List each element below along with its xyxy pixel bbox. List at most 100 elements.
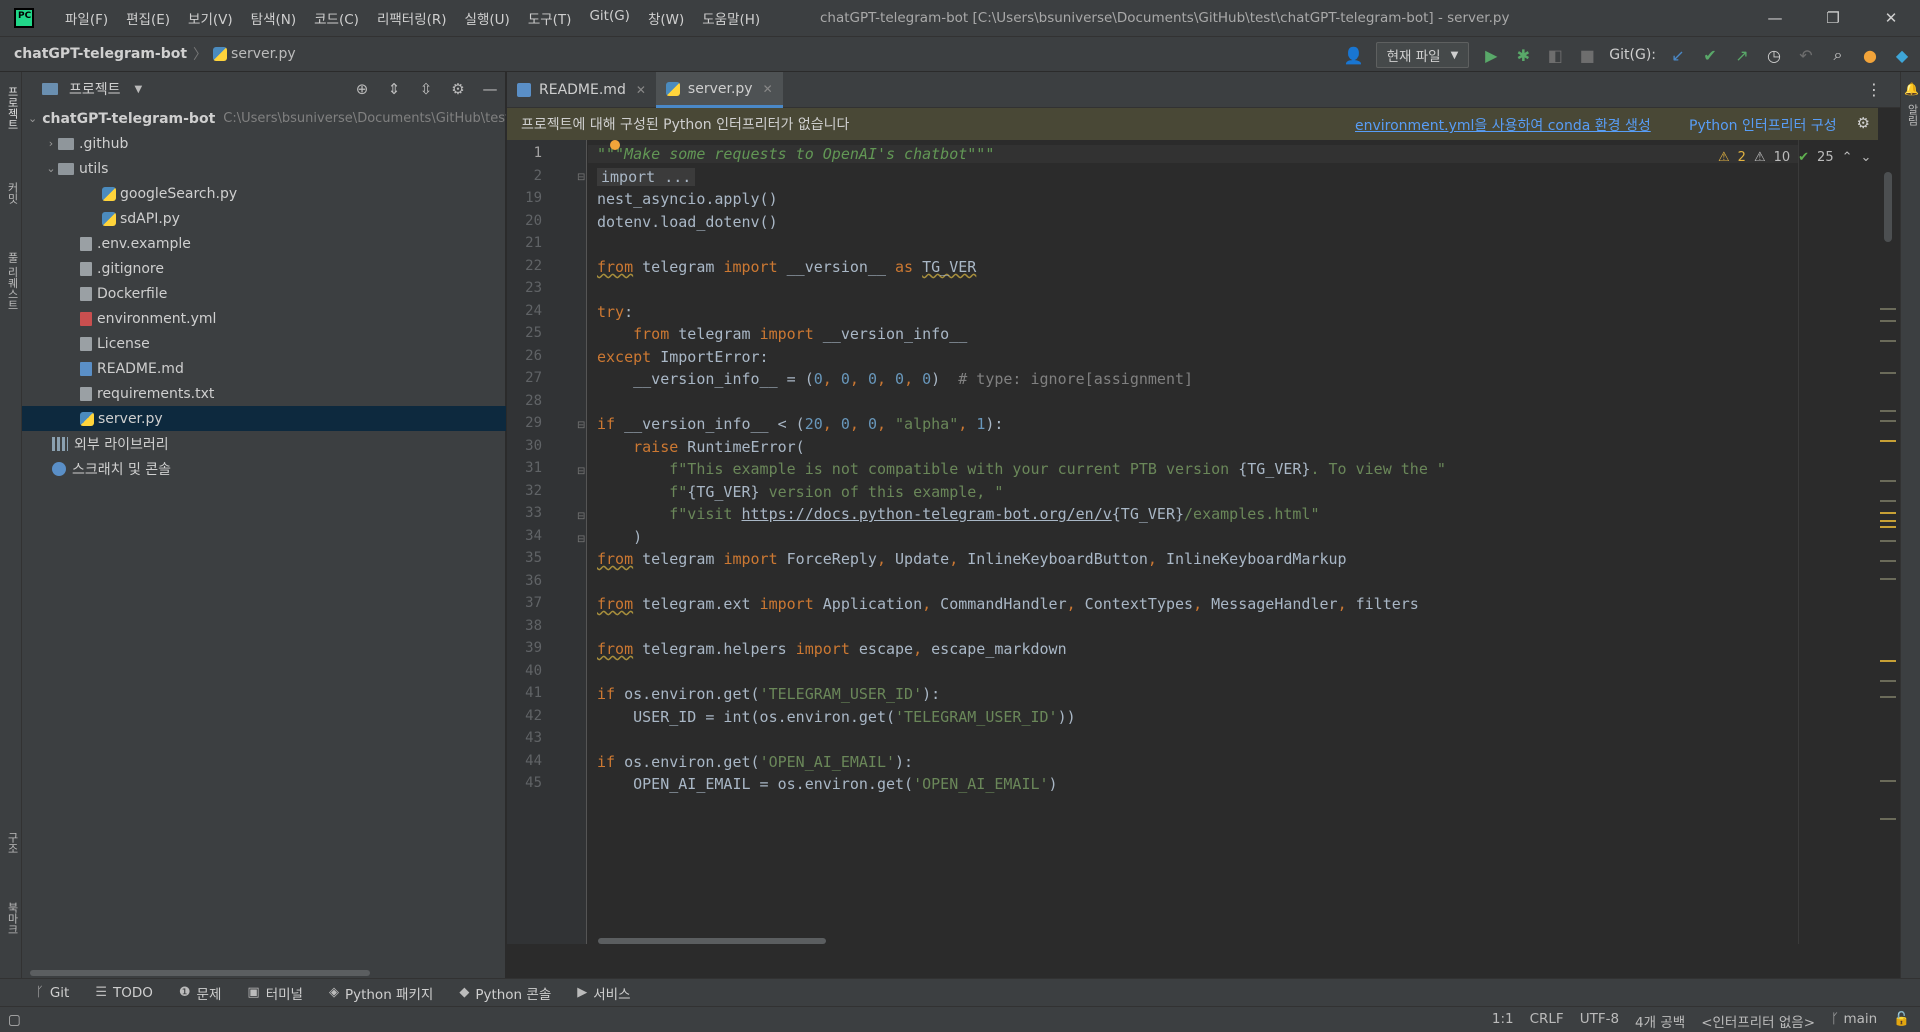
coverage-icon[interactable]: ◧ — [1545, 46, 1565, 65]
restore-button[interactable]: ❐ — [1804, 0, 1862, 36]
error-stripe-mark[interactable] — [1880, 560, 1896, 562]
menu-tools[interactable]: 도구(T) — [519, 8, 581, 28]
menu-refactor[interactable]: 리팩터링(R) — [368, 8, 456, 28]
error-stripe-mark[interactable] — [1880, 696, 1896, 698]
breadcrumb-file[interactable]: server.py — [231, 46, 296, 62]
locate-icon[interactable]: ⊕ — [353, 80, 371, 98]
tool-python-packages[interactable]: ◈ Python 패키지 — [329, 983, 433, 1003]
search-icon[interactable]: ⌕ — [1828, 45, 1848, 65]
project-panel-title[interactable]: 프로젝트 — [69, 79, 121, 99]
tree-item-sdapi[interactable]: sdAPI.py — [22, 206, 506, 231]
structure-tool-button[interactable]: 구조 — [4, 832, 20, 854]
editor-gutter[interactable]: 1 2 19 20 21 22 23 24 25 26 27 28 29 30 … — [507, 140, 587, 944]
tool-problems[interactable]: ❶ 문제 — [179, 983, 222, 1003]
menu-edit[interactable]: 편집(E) — [117, 8, 179, 28]
git-branch[interactable]: ᚴ main — [1831, 1011, 1877, 1031]
tree-item-license[interactable]: License — [22, 331, 506, 356]
create-conda-env-link[interactable]: environment.yml을 사용하여 conda 환경 생성 — [1355, 115, 1651, 135]
intention-bulb-icon[interactable] — [610, 140, 620, 150]
tool-todo[interactable]: ☰ TODO — [95, 985, 153, 1001]
tree-item-scratches[interactable]: 스크래치 및 콘솔 — [22, 456, 506, 481]
pull-requests-tool-button[interactable]: 풀 리퀘스트 — [4, 252, 20, 311]
user-icon[interactable]: 👤 — [1344, 46, 1364, 65]
error-stripe-mark[interactable] — [1880, 578, 1896, 580]
menu-window[interactable]: 창(W) — [639, 8, 693, 28]
tree-item-gitignore[interactable]: .gitignore — [22, 256, 506, 281]
fold-icon[interactable]: ⊟ — [577, 534, 585, 545]
project-tool-button[interactable]: 프로젝트 — [4, 86, 20, 130]
menu-view[interactable]: 보기(V) — [179, 8, 242, 28]
tool-services[interactable]: ▶ 서비스 — [577, 983, 630, 1003]
run-config-select[interactable]: 현재 파일 ▼ — [1375, 42, 1470, 68]
error-stripe-mark[interactable] — [1880, 308, 1896, 310]
bell-icon[interactable]: 🔔 — [1904, 82, 1919, 96]
tree-item-server-py[interactable]: server.py — [22, 406, 506, 431]
error-stripe-mark[interactable] — [1880, 372, 1896, 374]
code-editor[interactable]: """Make some requests to OpenAI's chatbo… — [588, 140, 1798, 944]
more-vertical-icon[interactable]: ⋮ — [1866, 80, 1882, 99]
menu-run[interactable]: 실행(U) — [456, 8, 519, 28]
bookmarks-tool-button[interactable]: 북마크 — [4, 902, 20, 935]
error-stripe-mark[interactable] — [1880, 480, 1896, 482]
fold-icon[interactable]: ⊟ — [577, 420, 585, 431]
inspection-widget[interactable]: ⚠ 2 ⚠ 10 ✔ 25 ⌃ ⌄ — [1718, 150, 1871, 165]
folded-imports[interactable]: import ... — [597, 168, 696, 186]
scroll-thumb[interactable] — [1884, 172, 1892, 242]
error-stripe-mark[interactable] — [1880, 540, 1896, 542]
gear-icon[interactable]: ⚙ — [1857, 114, 1870, 132]
fold-icon[interactable]: ⊟ — [577, 172, 585, 183]
tree-item-github[interactable]: › .github — [22, 131, 506, 156]
close-icon[interactable]: ✕ — [636, 83, 646, 97]
tree-item-utils[interactable]: ⌄ utils — [22, 156, 506, 181]
tree-item-dockerfile[interactable]: Dockerfile — [22, 281, 506, 306]
update-icon[interactable]: ● — [1860, 46, 1880, 65]
tree-item-root[interactable]: ⌄ chatGPT-telegram-bot C:\Users\bsuniver… — [22, 106, 506, 131]
git-push-icon[interactable]: ↗ — [1732, 46, 1752, 65]
caret-position[interactable]: 1:1 — [1492, 1011, 1514, 1031]
file-encoding[interactable]: UTF-8 — [1580, 1011, 1619, 1031]
debug-icon[interactable]: ✱ — [1513, 46, 1533, 65]
error-stripe-mark[interactable] — [1880, 340, 1896, 342]
git-update-icon[interactable]: ↙ — [1668, 46, 1688, 65]
configure-interpreter-link[interactable]: Python 인터프리터 구성 — [1689, 115, 1837, 135]
git-commit-icon[interactable]: ✔ — [1700, 46, 1720, 65]
run-icon[interactable]: ▶ — [1481, 46, 1501, 65]
chevron-right-icon[interactable]: › — [44, 137, 58, 150]
menu-file[interactable]: 파일(F) — [56, 8, 117, 28]
stop-icon[interactable]: ■ — [1577, 46, 1597, 65]
chevron-down-icon[interactable]: ⌄ — [44, 162, 58, 175]
close-button[interactable]: ✕ — [1862, 0, 1920, 36]
tree-item-env-example[interactable]: .env.example — [22, 231, 506, 256]
tool-python-console[interactable]: ◆ Python 콘솔 — [459, 983, 551, 1003]
tool-git[interactable]: ᚴ Git — [36, 985, 69, 1001]
menu-navigate[interactable]: 탐색(N) — [242, 8, 305, 28]
menu-git[interactable]: Git(G) — [580, 8, 639, 28]
notifications-tool-button[interactable]: 알림 — [1904, 104, 1920, 126]
line-separator[interactable]: CRLF — [1530, 1011, 1564, 1031]
chevron-down-icon[interactable]: ⌄ — [28, 112, 37, 125]
history-icon[interactable]: ◷ — [1764, 46, 1784, 65]
warning-stripe-mark[interactable] — [1880, 526, 1896, 528]
tool-terminal[interactable]: ▣ 터미널 — [247, 983, 303, 1003]
warning-stripe-mark[interactable] — [1880, 512, 1896, 514]
fold-icon[interactable]: ⊟ — [577, 466, 585, 477]
tree-item-external-libraries[interactable]: 외부 라이브러리 — [22, 431, 506, 456]
chevron-down-icon[interactable]: ⌄ — [1861, 150, 1872, 165]
tab-readme[interactable]: README.md ✕ — [507, 72, 656, 108]
editor-vertical-scrollbar[interactable] — [1878, 140, 1900, 944]
error-stripe-mark[interactable] — [1880, 680, 1896, 682]
project-horizontal-scrollbar[interactable] — [30, 970, 370, 976]
collapse-all-icon[interactable]: ⇳ — [417, 80, 435, 98]
chevron-up-icon[interactable]: ⌃ — [1842, 150, 1853, 165]
error-stripe-mark[interactable] — [1880, 410, 1896, 412]
minimize-button[interactable]: — — [1746, 0, 1804, 36]
warning-stripe-mark[interactable] — [1880, 660, 1896, 662]
error-stripe-mark[interactable] — [1880, 818, 1896, 820]
error-stripe-mark[interactable] — [1880, 500, 1896, 502]
gear-icon[interactable]: ⚙ — [449, 80, 467, 98]
hide-icon[interactable]: — — [481, 80, 499, 98]
tree-item-requirements[interactable]: requirements.txt — [22, 381, 506, 406]
editor-horizontal-scrollbar[interactable] — [598, 938, 826, 944]
chevron-down-icon[interactable]: ▼ — [135, 84, 143, 95]
tree-item-googlesearch[interactable]: googleSearch.py — [22, 181, 506, 206]
